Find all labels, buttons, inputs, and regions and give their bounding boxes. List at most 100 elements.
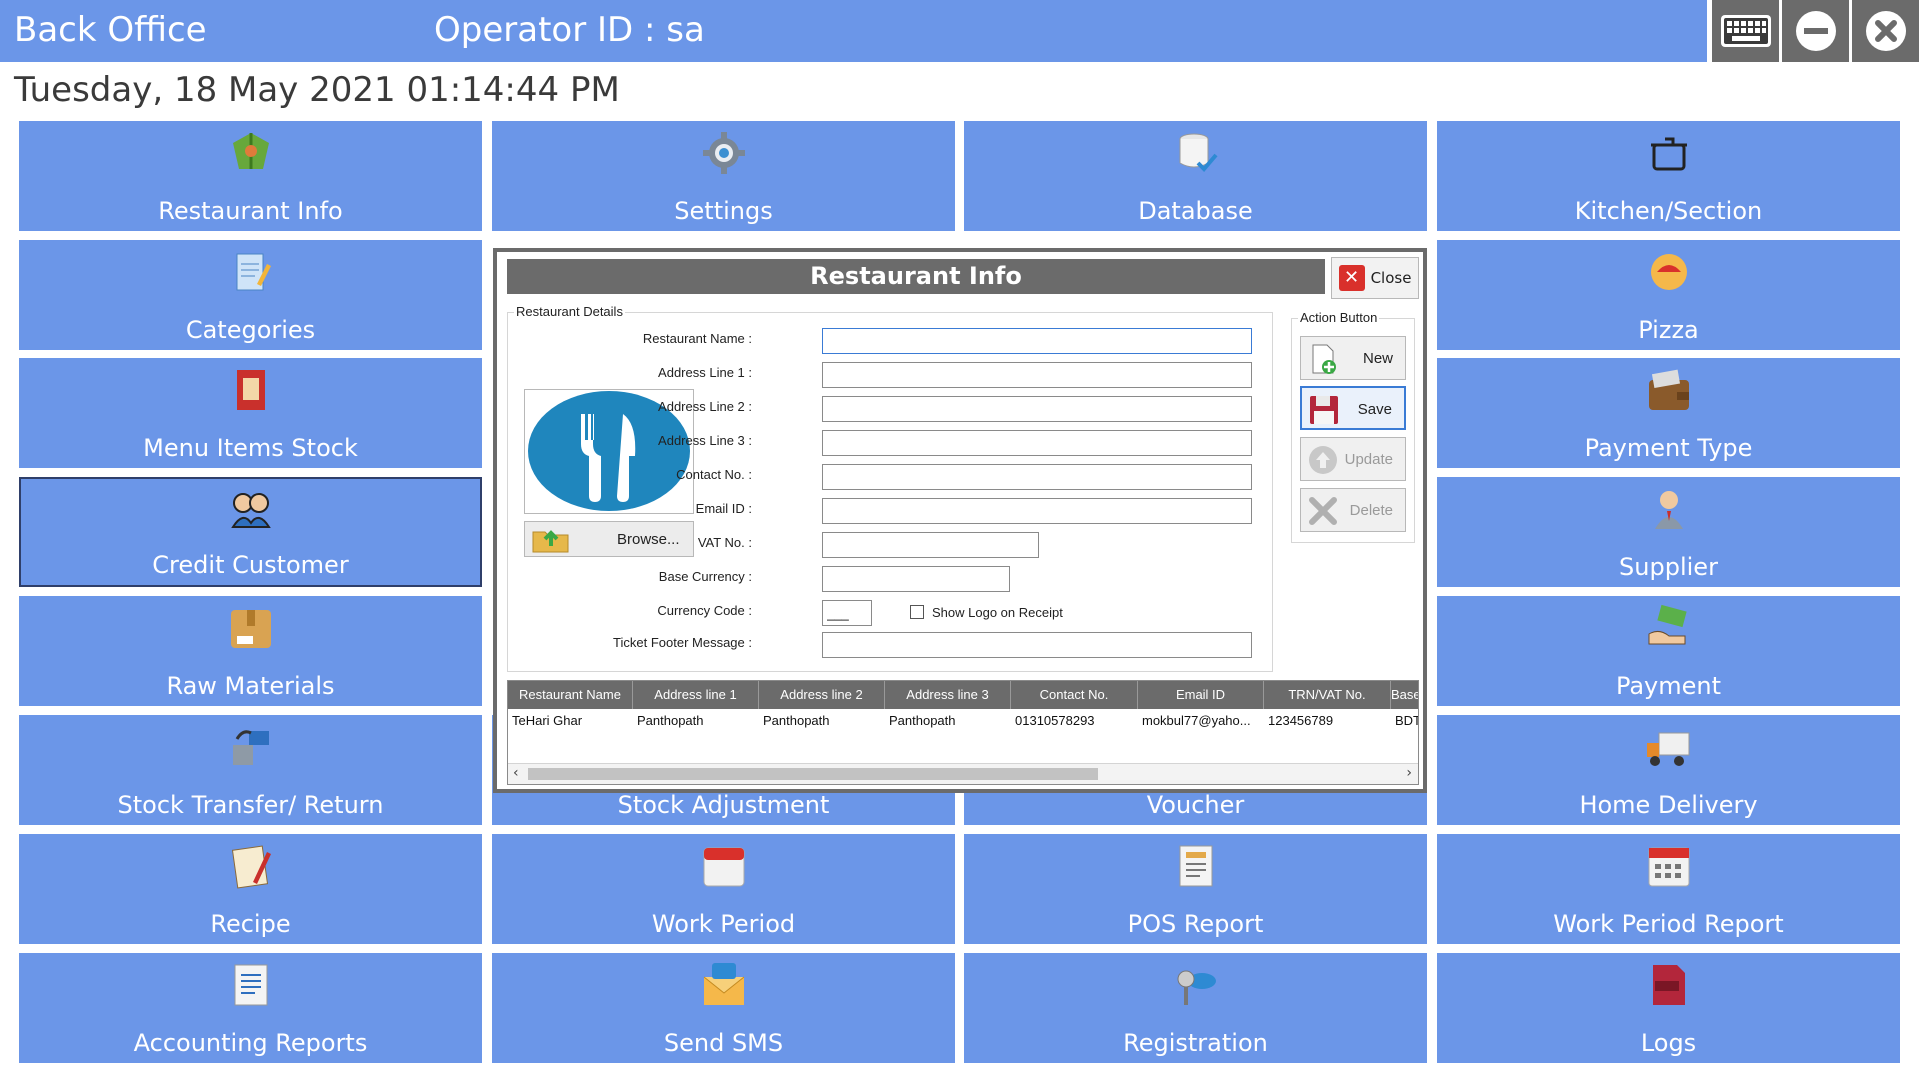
menu-book-icon [227,366,275,414]
tile-label: Menu Items Stock [143,434,358,462]
restaurant-name-input[interactable] [822,328,1252,354]
group-title: Restaurant Details [514,304,625,319]
show-logo-label: Show Logo on Receipt [932,605,1063,620]
wallet-icon [1645,366,1693,414]
column-header[interactable]: Restaurant Name [508,681,633,709]
base-currency-input[interactable] [822,566,1010,592]
tile-label: Restaurant Info [158,197,343,225]
log-icon [1645,961,1693,1009]
show-logo-checkbox[interactable] [910,605,924,619]
calendar-report-icon [1645,842,1693,890]
email-input[interactable] [822,498,1252,524]
delivery-truck-icon [1645,723,1693,771]
tile-label: Credit Customer [152,551,349,579]
column-header[interactable]: Base [1391,681,1418,709]
horizontal-scrollbar[interactable]: ‹ › [508,763,1418,784]
tile-payment-type[interactable]: Payment Type [1437,358,1900,468]
tile-label: Pizza [1638,316,1699,344]
tile-stock-transfer-return[interactable]: Stock Transfer/ Return [19,715,482,825]
column-header[interactable]: Contact No. [1011,681,1138,709]
tile-accounting-reports[interactable]: Accounting Reports [19,953,482,1063]
contact-input[interactable] [822,464,1252,490]
tile-supplier[interactable]: Supplier [1437,477,1900,587]
tile-settings[interactable]: Settings [492,121,955,231]
update-button[interactable]: Update [1300,437,1406,481]
operator-id: Operator ID : sa [434,10,705,50]
restaurant-icon [227,129,275,177]
database-icon [1172,129,1220,177]
table-cell: Panthopath [637,713,704,728]
tile-label: Home Delivery [1579,791,1758,819]
tile-payment[interactable]: Payment [1437,596,1900,706]
close-window-button[interactable] [1852,0,1919,62]
address-line3-input[interactable] [822,430,1252,456]
dialog-close-button[interactable]: ✕ Close [1331,257,1419,299]
ticket-footer-input[interactable] [822,632,1252,658]
column-header[interactable]: Address line 3 [885,681,1011,709]
address-line1-input[interactable] [822,362,1252,388]
title-bar: Back Office Operator ID : sa [0,0,1707,62]
tile-categories[interactable]: Categories [19,240,482,350]
currency-code-input[interactable] [822,600,872,626]
tile-database[interactable]: Database [964,121,1427,231]
scroll-right-icon[interactable]: › [1406,765,1412,781]
table-header: Restaurant Name Address line 1 Address lin… [508,681,1418,709]
tile-label: Payment Type [1584,434,1753,462]
tile-recipe[interactable]: Recipe [19,834,482,944]
supplier-person-icon [1645,485,1693,533]
delete-button[interactable]: Delete [1300,488,1406,532]
tile-label: Voucher [1146,791,1245,819]
new-button[interactable]: New [1300,336,1406,380]
tile-work-period[interactable]: Work Period [492,834,955,944]
tile-pos-report[interactable]: POS Report [964,834,1427,944]
tile-menu-items-stock[interactable]: Menu Items Stock [19,358,482,468]
address-line1-label: Address Line 1 : [658,365,752,380]
new-label: New [1362,350,1393,367]
address-line2-input[interactable] [822,396,1252,422]
money-hand-icon [1645,604,1693,652]
column-header[interactable]: Address line 1 [633,681,759,709]
tile-kitchen-section[interactable]: Kitchen/Section [1437,121,1900,231]
tile-raw-materials[interactable]: Raw Materials [19,596,482,706]
scroll-left-icon[interactable]: ‹ [513,765,519,781]
close-icon: ✕ [1338,265,1365,291]
table-cell: Panthopath [889,713,956,728]
tile-label: Work Period [651,910,796,938]
column-header[interactable]: Address line 2 [759,681,885,709]
tile-registration[interactable]: Registration [964,953,1427,1063]
update-arrow-icon [1309,446,1337,474]
tile-logs[interactable]: Logs [1437,953,1900,1063]
tile-pizza[interactable]: Pizza [1437,240,1900,350]
column-header[interactable]: Email ID [1138,681,1264,709]
table-cell: mokbul77@yaho... [1142,713,1251,728]
column-header[interactable]: TRN/VAT No. [1264,681,1391,709]
update-label: Update [1344,451,1393,468]
tile-label: Registration [1123,1029,1268,1057]
tile-label: Raw Materials [166,672,335,700]
currency-code-label: Currency Code : [657,603,752,618]
minimize-button[interactable] [1782,0,1849,62]
tile-credit-customer[interactable]: Credit Customer [19,477,482,587]
tile-home-delivery[interactable]: Home Delivery [1437,715,1900,825]
new-document-icon [1312,344,1336,374]
pizza-icon [1645,248,1693,296]
tile-restaurant-info[interactable]: Restaurant Info [19,121,482,231]
base-currency-label: Base Currency : [658,569,752,584]
keyboard-button[interactable] [1712,0,1779,62]
vat-input[interactable] [822,532,1039,558]
ticket-footer-label: Ticket Footer Message : [613,635,752,650]
sms-envelope-icon [700,961,748,1009]
save-button[interactable]: Save [1300,386,1406,430]
address-line2-label: Address Line 2 : [658,399,752,414]
tile-label: Settings [674,197,773,225]
delete-label: Delete [1349,502,1393,519]
report-icon [1172,842,1220,890]
tile-send-sms[interactable]: Send SMS [492,953,955,1063]
tile-work-period-report[interactable]: Work Period Report [1437,834,1900,944]
calendar-icon [700,842,748,890]
table-cell: TeHari Ghar [512,713,583,728]
restaurant-table[interactable]: Restaurant Name Address line 1 Address lin… [507,680,1419,785]
restaurant-details-group: Restaurant Details Browse... Restaurant … [507,304,1273,672]
scrollbar-thumb[interactable] [528,768,1098,780]
tile-label: Stock Transfer/ Return [117,791,384,819]
